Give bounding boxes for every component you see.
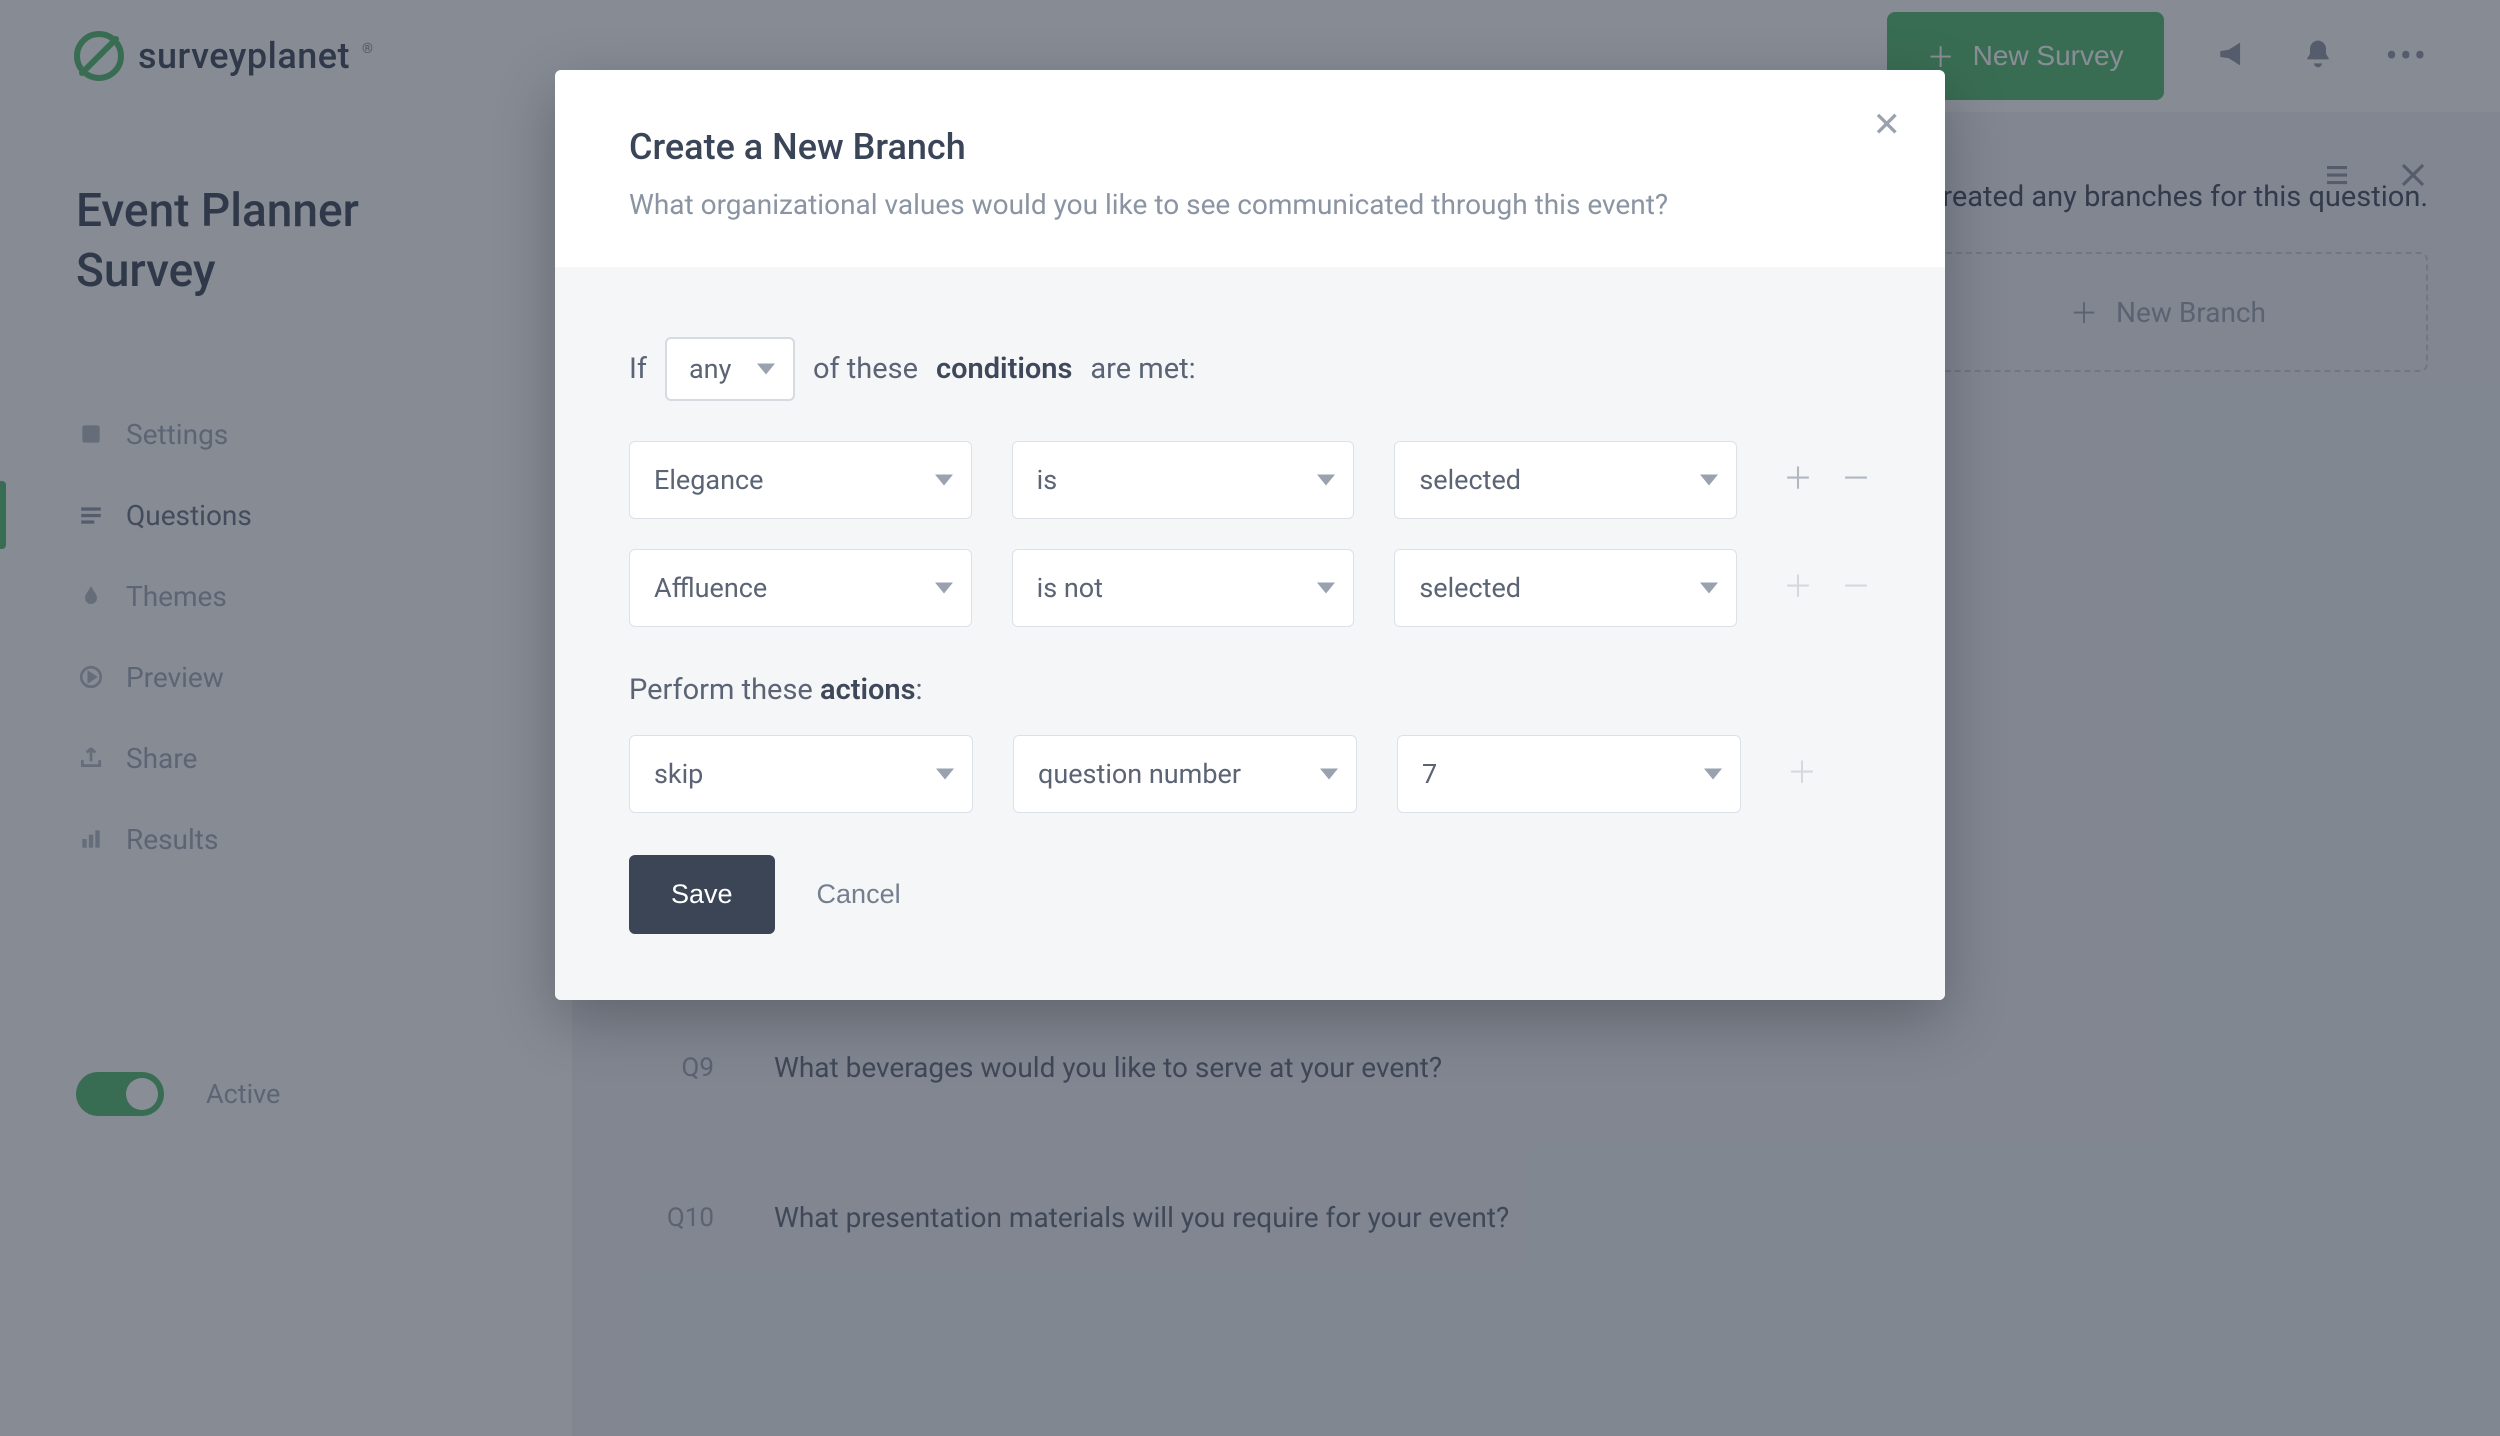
modal-subtitle: What organizational values would you lik… [629,188,1871,221]
state-value: selected [1419,464,1521,496]
actions-header: Perform these actions: [629,673,1871,707]
answer-select[interactable]: Elegance [629,441,972,519]
add-condition-icon: ＋ [1783,573,1813,603]
modal-title: Create a New Branch [629,126,1871,168]
chevron-down-icon [935,583,953,594]
chevron-down-icon [1320,769,1338,780]
modal-overlay[interactable]: ✕ Create a New Branch What organizationa… [0,0,2500,1436]
remove-condition-icon[interactable]: － [1841,465,1871,495]
action-verb-select[interactable]: skip [629,735,973,813]
chevron-down-icon [1317,583,1335,594]
of-these-label: of these [813,352,918,386]
save-button[interactable]: Save [629,855,775,934]
condition-row-actions: ＋ － [1783,465,1871,495]
match-mode-value: any [689,353,731,385]
condition-row-actions: ＋ － [1783,573,1871,603]
chevron-down-icon [1704,769,1722,780]
action-value-select[interactable]: 7 [1397,735,1741,813]
action-row-actions: ＋ [1787,759,1817,789]
chevron-down-icon [936,769,954,780]
action-value: 7 [1422,758,1437,790]
remove-condition-icon: － [1841,573,1871,603]
condition-header: If any of these conditions are met: [629,337,1871,401]
create-branch-modal: ✕ Create a New Branch What organizationa… [555,70,1945,1000]
chevron-down-icon [1700,475,1718,486]
action-target-value: question number [1038,758,1241,790]
modal-header: ✕ Create a New Branch What organizationa… [555,70,1945,267]
add-action-icon: ＋ [1787,759,1817,789]
add-condition-icon[interactable]: ＋ [1783,465,1813,495]
state-select[interactable]: selected [1394,441,1737,519]
state-value: selected [1419,572,1521,604]
answer-value: Elegance [654,464,763,496]
modal-body: If any of these conditions are met: Eleg… [555,267,1945,1000]
chevron-down-icon [1700,583,1718,594]
state-select[interactable]: selected [1394,549,1737,627]
perform-these-label: Perform these [629,673,813,707]
chevron-down-icon [1317,475,1335,486]
colon: : [916,673,923,707]
answer-select[interactable]: Affluence [629,549,972,627]
operator-select[interactable]: is not [1012,549,1355,627]
modal-footer: Save Cancel [629,855,1871,934]
action-row: skip question number 7 ＋ [629,735,1871,813]
if-label: If [629,352,647,386]
chevron-down-icon [757,364,775,375]
conditions-word: conditions [936,352,1072,386]
close-icon[interactable]: ✕ [1873,108,1902,142]
chevron-down-icon [935,475,953,486]
condition-row: Affluence is not selected ＋ － [629,549,1871,627]
operator-value: is [1037,464,1058,496]
cancel-button[interactable]: Cancel [817,879,901,910]
operator-select[interactable]: is [1012,441,1355,519]
answer-value: Affluence [654,572,767,604]
action-verb-value: skip [654,758,703,790]
match-mode-select[interactable]: any [665,337,795,401]
condition-row: Elegance is selected ＋ － [629,441,1871,519]
operator-value: is not [1037,572,1103,604]
action-target-select[interactable]: question number [1013,735,1357,813]
are-met-label: are met: [1090,352,1195,386]
actions-word: actions [820,673,916,707]
